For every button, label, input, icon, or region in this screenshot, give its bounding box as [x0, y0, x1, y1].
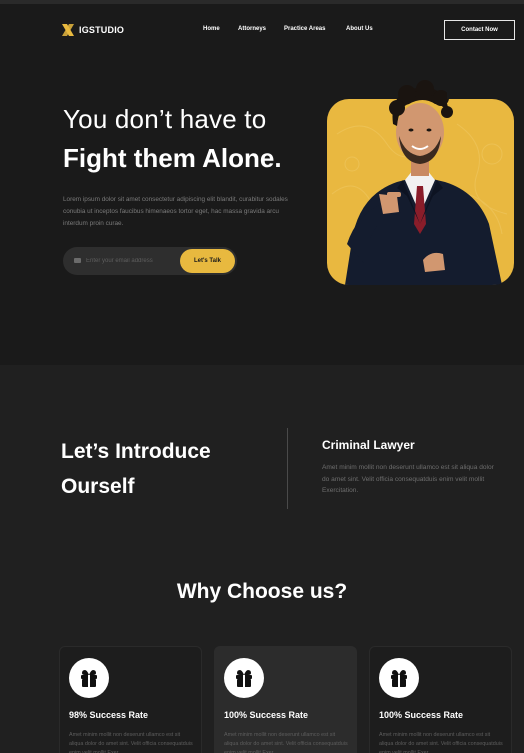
nav-attorneys[interactable]: Attorneys — [238, 26, 266, 32]
intro-title-line1: Let’s Introduce — [61, 440, 211, 463]
lawyer-portrait-image — [331, 80, 508, 285]
hero-description: Lorem ipsum dolor sit amet consectetur a… — [63, 196, 288, 227]
intro-title: Let’s Introduce Ourself — [61, 434, 261, 504]
hero-title-line2: Fight them Alone. — [63, 143, 282, 173]
logo[interactable]: IGSTUDIO — [61, 23, 124, 37]
nav-home[interactable]: Home — [203, 26, 220, 32]
feature-card[interactable]: 100% Success Rate Amet minim mollit non … — [214, 646, 357, 753]
card-title: 100% Success Rate — [379, 710, 464, 720]
intro-subtitle: Criminal Lawyer — [322, 438, 415, 452]
card-description: Amet minim mollit non deserunt ullamco e… — [224, 732, 348, 753]
card-title: 98% Success Rate — [69, 710, 149, 720]
card-description: Amet minim mollit non deserunt ullamco e… — [379, 732, 503, 753]
gift-icon — [69, 658, 109, 698]
feature-card[interactable]: 98% Success Rate Amet minim mollit non d… — [59, 646, 202, 753]
intro-description: Amet minim mollit non deserunt ullamco e… — [322, 464, 494, 494]
logo-x-icon — [61, 23, 75, 37]
contact-now-button[interactable]: Contact Now — [444, 20, 515, 40]
intro-title-line2: Ourself — [61, 475, 135, 498]
nav-practice-areas[interactable]: Practice Areas — [284, 26, 325, 32]
feature-card[interactable]: 100% Success Rate Amet minim mollit non … — [369, 646, 512, 753]
lets-talk-button[interactable]: Let's Talk — [180, 249, 235, 273]
gift-icon — [224, 658, 264, 698]
intro-divider — [287, 428, 288, 509]
hero-title-line1: You don’t have to — [63, 104, 267, 134]
email-input[interactable] — [86, 254, 176, 268]
gift-icon — [379, 658, 419, 698]
card-title: 100% Success Rate — [224, 710, 309, 720]
email-signup: Let's Talk — [63, 247, 237, 275]
card-description: Amet minim mollit non deserunt ullamco e… — [69, 732, 193, 753]
mail-icon — [74, 258, 81, 263]
logo-text: IGSTUDIO — [79, 25, 125, 35]
nav-about-us[interactable]: About Us — [346, 26, 373, 32]
why-choose-us-title: Why Choose us? — [176, 580, 348, 603]
